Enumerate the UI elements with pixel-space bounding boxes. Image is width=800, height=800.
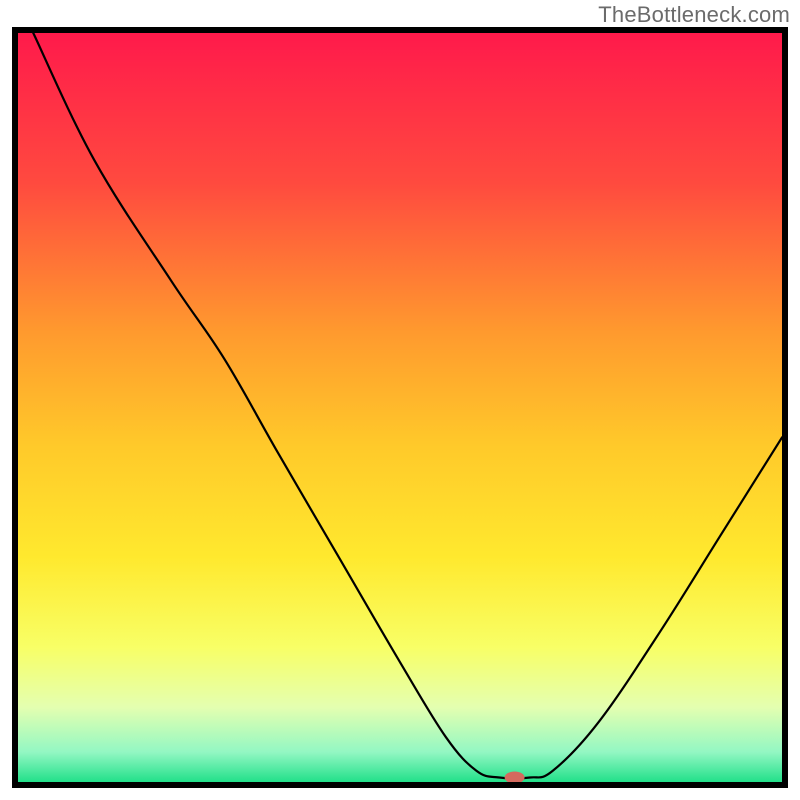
bottleneck-chart [0,0,800,800]
watermark-text: TheBottleneck.com [598,2,790,28]
plot-background [18,33,782,782]
optimal-point-marker [505,772,525,784]
chart-container: TheBottleneck.com [0,0,800,800]
